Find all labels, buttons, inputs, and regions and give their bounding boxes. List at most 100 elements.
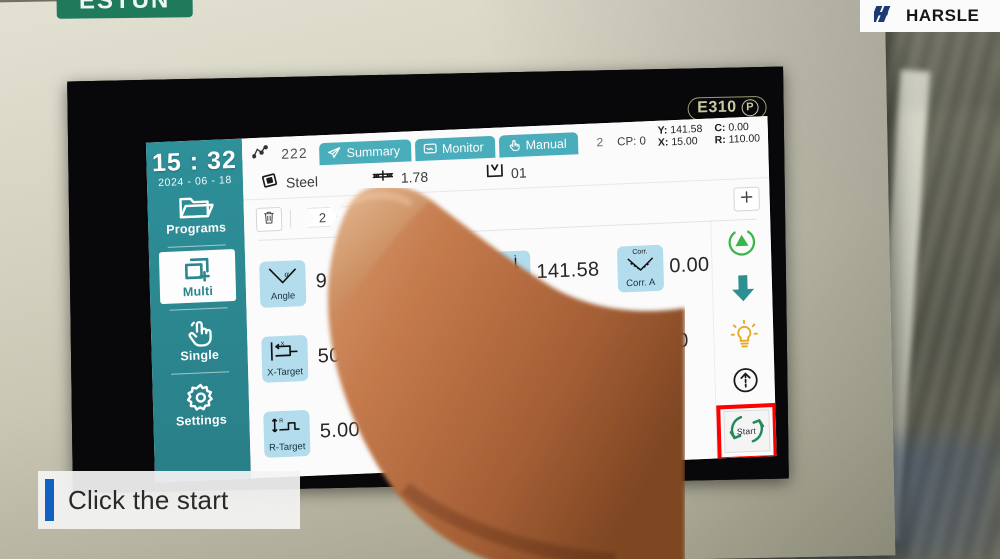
svg-text:Y: Y <box>513 254 516 258</box>
field-zvalue-button[interactable] <box>485 324 534 373</box>
field-rtarget-button[interactable]: R R-Target <box>263 409 311 458</box>
sidebar-item-multi-label: Multi <box>182 283 214 300</box>
cp-readout: CP: 0 <box>617 135 647 149</box>
field-xtarget[interactable]: X X-Target 50.00 <box>261 312 488 397</box>
step-tab-2-label: 2 <box>318 209 327 225</box>
field-angle[interactable]: α Angle 9 <box>259 237 486 322</box>
lightbulb-icon <box>729 318 758 354</box>
field-corra-label: Corr. A <box>626 276 656 289</box>
field-rtarget[interactable]: R R-Target 5.00 <box>263 387 490 472</box>
program-name: 222 <box>281 144 308 162</box>
z-target-icon <box>494 334 525 362</box>
hand-manual-icon <box>506 138 520 154</box>
folder-open-icon <box>177 192 214 222</box>
up-stop-button[interactable] <box>718 223 765 265</box>
retract-button[interactable] <box>722 361 769 403</box>
field-corra-value: 0.00 <box>669 253 710 278</box>
tab-summary-label: Summary <box>346 143 401 161</box>
start-button[interactable]: Start <box>722 409 771 454</box>
tab-monitor-label: Monitor <box>441 140 484 157</box>
sidebar-item-multi[interactable]: Multi <box>158 248 237 305</box>
circle-up-triangle-icon <box>726 226 757 262</box>
harsle-brand-text: HARSLE <box>906 6 980 25</box>
svg-text:X: X <box>281 341 285 347</box>
thickness-cell[interactable]: 1.78 <box>372 167 429 188</box>
multi-copy-plus-icon <box>180 255 215 284</box>
delete-step-button[interactable] <box>255 206 283 233</box>
field-xtarget-label: X-Target <box>267 365 304 379</box>
field-angle-value: 9 <box>315 270 328 293</box>
content-area: 222 Summary Monitor Manual 2 CP: 0 Y: 14… <box>241 116 777 479</box>
coord-y-label: Y: <box>657 124 668 137</box>
trash-icon <box>263 210 276 230</box>
sidebar-divider-3 <box>171 371 230 375</box>
material-value: Steel <box>285 172 319 191</box>
field-xtarget-value: 50.00 <box>317 343 370 368</box>
step-tab-3[interactable]: 3 <box>341 205 372 226</box>
current-step-number: 2 <box>596 135 604 150</box>
hmi-screen: 15 : 32 2024 - 06 - 18 Programs Multi Si… <box>145 116 777 483</box>
step-tab-4-label: 4 <box>386 206 395 222</box>
step-tab-3-label: 3 <box>352 208 361 224</box>
tool-cell[interactable]: 01 <box>486 161 527 184</box>
thickness-value: 1.78 <box>400 168 429 186</box>
tool-value: 01 <box>510 163 527 181</box>
sidebar: 15 : 32 2024 - 06 - 18 Programs Multi Si… <box>145 138 252 483</box>
add-step-button[interactable] <box>733 186 760 212</box>
material-gap-2 <box>428 174 486 176</box>
caption-overlay: Click the start <box>38 471 300 529</box>
parameter-grid: α Angle 9 Y Target 141.58 Corr. Corr. A … <box>245 222 717 479</box>
x-target-icon: X <box>268 339 301 367</box>
svg-text:α: α <box>284 268 289 278</box>
field-row-1-right: Y Target 141.58 Corr. Corr. A 0.00 <box>483 228 710 313</box>
step-tab-2[interactable]: 2 <box>307 207 338 228</box>
coord-r-value: 110.00 <box>728 132 761 146</box>
down-button[interactable] <box>719 269 766 311</box>
field-ytarget-value: 141.58 <box>536 258 600 284</box>
field-corrc-button[interactable]: Corr. Corr. C <box>595 320 644 369</box>
field-angle-button[interactable]: α Angle <box>259 259 307 308</box>
angle-alpha-icon: α <box>266 265 299 291</box>
bend-profile-icon <box>251 144 270 164</box>
coord-r-label: R: <box>714 133 726 147</box>
thick-down-arrow-icon <box>729 272 756 308</box>
material-steel-icon <box>261 171 280 195</box>
corr-crown-icon <box>603 332 635 352</box>
estun-brand-label: ESTUN <box>56 0 193 19</box>
start-button-label: Start <box>736 425 757 437</box>
thickness-caliper-icon <box>372 168 394 188</box>
die-v-icon <box>486 162 505 184</box>
harsle-logo-icon <box>869 3 900 30</box>
field-corra-top-label: Corr. <box>632 247 648 256</box>
step-tab-4[interactable]: 4 <box>375 204 406 225</box>
sidebar-item-single-label: Single <box>180 347 220 364</box>
sidebar-item-settings[interactable]: Settings <box>162 376 239 433</box>
coord-c-value: 0.00 <box>728 120 749 134</box>
corr-angle-icon <box>625 255 656 277</box>
harsle-watermark: HARSLE <box>860 0 1000 32</box>
sidebar-item-programs[interactable]: Programs <box>157 186 234 241</box>
step-bar-spacer <box>417 200 726 213</box>
coord-c-label: C: <box>714 121 726 135</box>
controller-model-text: E310 <box>697 98 737 117</box>
clock: 15 : 32 2024 - 06 - 18 <box>151 145 238 190</box>
field-ytarget-label: Target <box>494 281 522 294</box>
circle-up-arrow-icon <box>731 365 760 399</box>
controller-p-icon: P <box>741 98 759 116</box>
step-tabs: 2 3 4 <box>307 203 409 227</box>
screenshot-root: ESTUN E310 P 15 : 32 2024 - 06 - 18 Prog… <box>0 0 1000 559</box>
program-chip[interactable]: 222 <box>248 142 320 168</box>
y-target-icon: Y <box>492 253 523 282</box>
svg-text:R: R <box>279 418 283 424</box>
r-target-icon: R <box>270 414 303 442</box>
lamp-button[interactable] <box>720 315 767 357</box>
sidebar-item-settings-label: Settings <box>175 412 228 429</box>
field-ytarget-button[interactable]: Y Target <box>483 249 532 298</box>
hand-touch-icon <box>183 318 216 348</box>
field-xtarget-button[interactable]: X X-Target <box>261 334 309 383</box>
sidebar-item-single[interactable]: Single <box>161 312 238 368</box>
field-corra-button[interactable]: Corr. Corr. A <box>616 244 664 293</box>
clock-time: 15 : 32 <box>151 145 238 178</box>
action-column: Start <box>710 219 777 462</box>
material-cell[interactable]: Steel <box>261 169 319 194</box>
